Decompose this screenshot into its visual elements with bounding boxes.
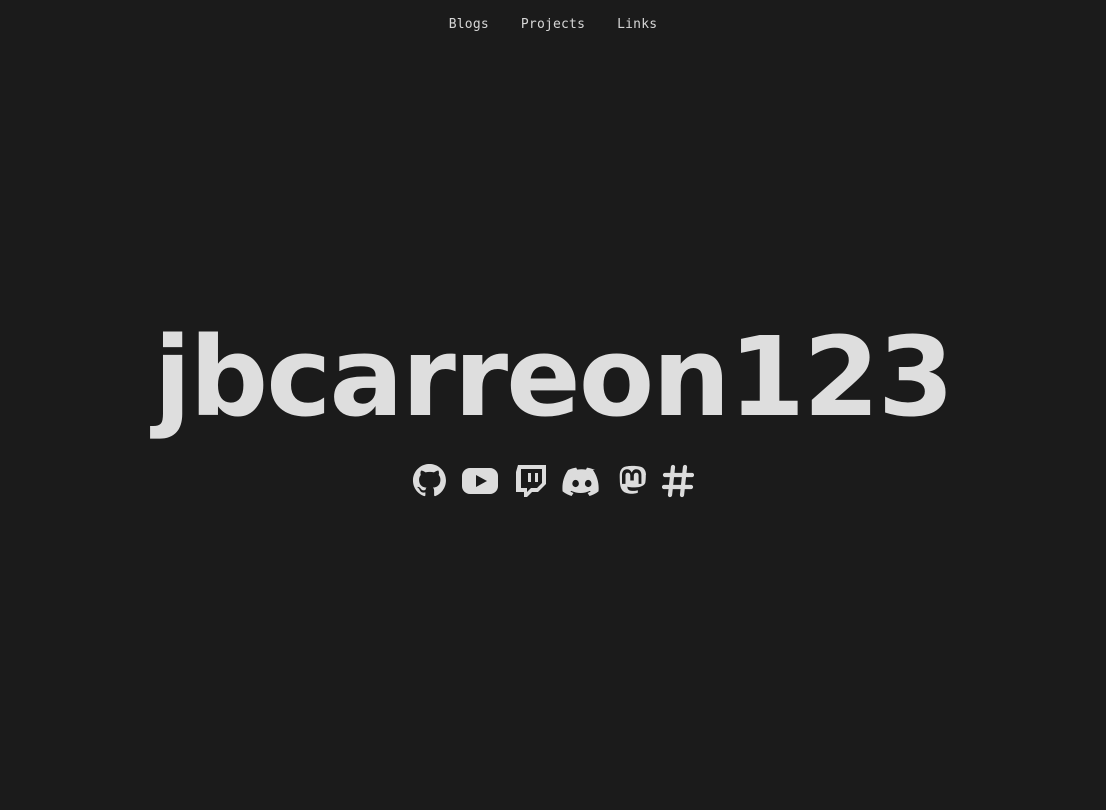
site-title: jbcarreon123 [153,313,954,441]
discord-link[interactable] [562,464,602,498]
twitch-icon [516,465,546,497]
hashtag-link[interactable] [662,464,694,498]
hashtag-icon [662,464,694,498]
youtube-link[interactable] [462,464,498,498]
mastodon-link[interactable] [616,464,648,498]
twitch-link[interactable] [512,464,548,498]
github-icon [412,464,446,497]
nav-link-links[interactable]: Links [617,16,657,34]
github-link[interactable] [412,464,448,498]
nav-link-blogs[interactable]: Blogs [449,16,489,34]
discord-icon [562,467,599,496]
top-nav: Blogs Projects Links [0,16,1106,34]
nav-link-projects[interactable]: Projects [521,16,585,34]
social-links [0,464,1106,498]
youtube-icon [462,468,498,494]
mastodon-icon [619,465,646,494]
